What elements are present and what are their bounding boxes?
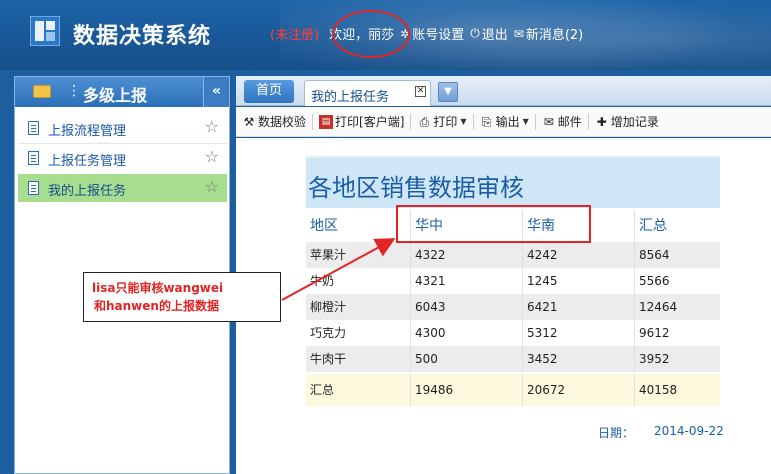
mail-icon: ✉ (513, 26, 524, 41)
date-label: 日期： (598, 426, 635, 440)
tab-home[interactable]: 首页 (244, 80, 294, 103)
table-cell[interactable]: 8564 (634, 242, 720, 268)
tab-bar: 首页 我的上报任务 ✕ ▼ (236, 76, 771, 106)
table-cell: 汇总 (310, 383, 335, 397)
add-record-icon: ✚ (596, 114, 607, 129)
table-cell[interactable]: 巧克力 (306, 320, 410, 346)
sidebar-item-my-task[interactable]: 我的上报任务 ☆ (18, 174, 227, 202)
tab-my-task[interactable]: 我的上报任务 ✕ (304, 80, 431, 106)
tab-dropdown-button[interactable]: ▼ (438, 82, 458, 102)
table-row: 巧克力 4300 5312 9612 (306, 320, 720, 346)
unregistered-label: (未注册) (270, 28, 320, 43)
table-row: 苹果汁 4322 4242 8564 (306, 242, 720, 268)
logout-link[interactable]: ⏻ 退出 (470, 24, 508, 43)
table-cell[interactable]: 4300 (410, 320, 522, 346)
column-header: 汇总 (634, 210, 720, 242)
app-logo-icon (30, 16, 60, 46)
print-client-label: 打印[客户端] (335, 115, 405, 129)
sidebar-item-label: 上报任务管理 (48, 154, 127, 169)
app-header: 数据决策系统 (未注册) 欢迎，丽莎 ✲ 账号设置 ⏻ 退出 ✉ 新消息(2) (0, 0, 771, 70)
table-cell[interactable]: 6043 (410, 294, 522, 320)
table-row: 牛肉干 500 3452 3952 (306, 346, 720, 372)
table-cell[interactable]: 3452 (522, 346, 634, 372)
export-button[interactable]: ⎘ 输出 ▼ (474, 113, 535, 130)
annotation-ellipse (332, 10, 410, 58)
sidebar-item-label: 我的上报任务 (48, 184, 127, 199)
annotation-highlight-box (396, 205, 591, 243)
table-cell[interactable]: 9612 (634, 320, 720, 346)
logout-label: 退出 (481, 28, 508, 43)
close-icon[interactable]: ✕ (415, 86, 426, 97)
table-cell: 20672 (522, 374, 634, 406)
star-icon[interactable]: ☆ (205, 177, 219, 196)
document-icon (28, 151, 39, 165)
data-check-label: 数据校验 (258, 115, 307, 129)
collapse-sidebar-button[interactable]: « (203, 77, 229, 107)
drag-handle-icon: ⋮ (67, 83, 81, 99)
chevron-down-icon: ▼ (522, 117, 529, 126)
table-cell[interactable]: 4322 (410, 242, 522, 268)
pdf-icon: ▤ (319, 114, 334, 129)
table-cell[interactable]: 4321 (410, 268, 522, 294)
user-bar: (未注册) 欢迎，丽莎 ✲ 账号设置 ⏻ 退出 ✉ 新消息(2) (270, 24, 589, 43)
export-icon: ⎘ (481, 114, 492, 129)
mail-icon: ✉ (543, 114, 554, 129)
tab-label: 我的上报任务 (311, 90, 390, 105)
star-icon[interactable]: ☆ (205, 147, 219, 166)
table-cell[interactable]: 6421 (522, 294, 634, 320)
sidebar-title: 多级上报 (83, 86, 148, 105)
table-row: 柳橙汁 6043 6421 12464 (306, 294, 720, 320)
sidebar-item-label: 上报流程管理 (48, 124, 127, 139)
power-icon: ⏻ (470, 26, 480, 40)
annotation-line-2: 和hanwen的上报数据 (94, 299, 219, 313)
table-cell: 19486 (410, 374, 522, 406)
add-record-button[interactable]: ✚ 增加记录 (589, 113, 665, 130)
table-cell: 40158 (634, 374, 720, 406)
sidebar-item-report-task[interactable]: 上报任务管理 ☆ (18, 144, 227, 172)
table-cell[interactable]: 牛奶 (306, 268, 410, 294)
app-title: 数据决策系统 (73, 24, 212, 49)
document-icon (28, 121, 39, 135)
new-messages-link[interactable]: ✉ 新消息(2) (513, 24, 584, 44)
date-value: 2014-09-22 (654, 424, 724, 438)
mail-label: 邮件 (557, 115, 582, 129)
table-cell[interactable]: 12464 (634, 294, 720, 320)
annotation-line-1: lisa只能审核wangwei (92, 281, 224, 295)
print-client-button[interactable]: ▤ 打印[客户端] (313, 113, 410, 130)
add-record-label: 增加记录 (610, 115, 659, 129)
table-cell[interactable]: 500 (410, 346, 522, 372)
print-button[interactable]: ⎙ 打印 ▼ (411, 113, 472, 130)
annotation-callout: lisa只能审核wangwei 和hanwen的上报数据 (83, 272, 281, 322)
sidebar-item-report-flow[interactable]: 上报流程管理 ☆ (18, 114, 227, 142)
folder-star-icon (33, 85, 51, 98)
new-messages-label: 新消息(2) (525, 28, 584, 43)
sidebar-header: ⋮ 多级上报 « (15, 77, 229, 107)
account-settings-label: 账号设置 (412, 28, 465, 43)
table-cell[interactable]: 苹果汁 (306, 242, 410, 268)
table-total-row: 汇总 19486 20672 40158 (306, 374, 720, 406)
table-cell[interactable]: 牛肉干 (306, 346, 410, 372)
column-header: 地区 (310, 218, 338, 234)
export-label: 输出 (495, 115, 520, 129)
table-cell[interactable]: 4242 (522, 242, 634, 268)
data-check-button[interactable]: ⚒ 数据校验 (236, 113, 312, 130)
printer-icon: ⎙ (419, 114, 430, 129)
report-title: 各地区销售数据审核 (308, 174, 524, 202)
star-icon[interactable]: ☆ (205, 117, 219, 136)
document-icon (28, 181, 39, 195)
report-toolbar: ⚒ 数据校验 ▤ 打印[客户端] ⎙ 打印 ▼ ⎘ 输出 ▼ ✉ 邮件 ✚ 增加… (236, 107, 771, 137)
chevron-down-icon: ▼ (460, 117, 467, 126)
table-cell[interactable]: 1245 (522, 268, 634, 294)
print-label: 打印 (433, 115, 458, 129)
table-cell[interactable]: 柳橙汁 (306, 294, 410, 320)
table-cell[interactable]: 3952 (634, 346, 720, 372)
table-cell[interactable]: 5312 (522, 320, 634, 346)
table-row: 牛奶 4321 1245 5566 (306, 268, 720, 294)
wand-icon: ⚒ (243, 114, 255, 129)
mail-button[interactable]: ✉ 邮件 (536, 113, 588, 130)
table-cell[interactable]: 5566 (634, 268, 720, 294)
